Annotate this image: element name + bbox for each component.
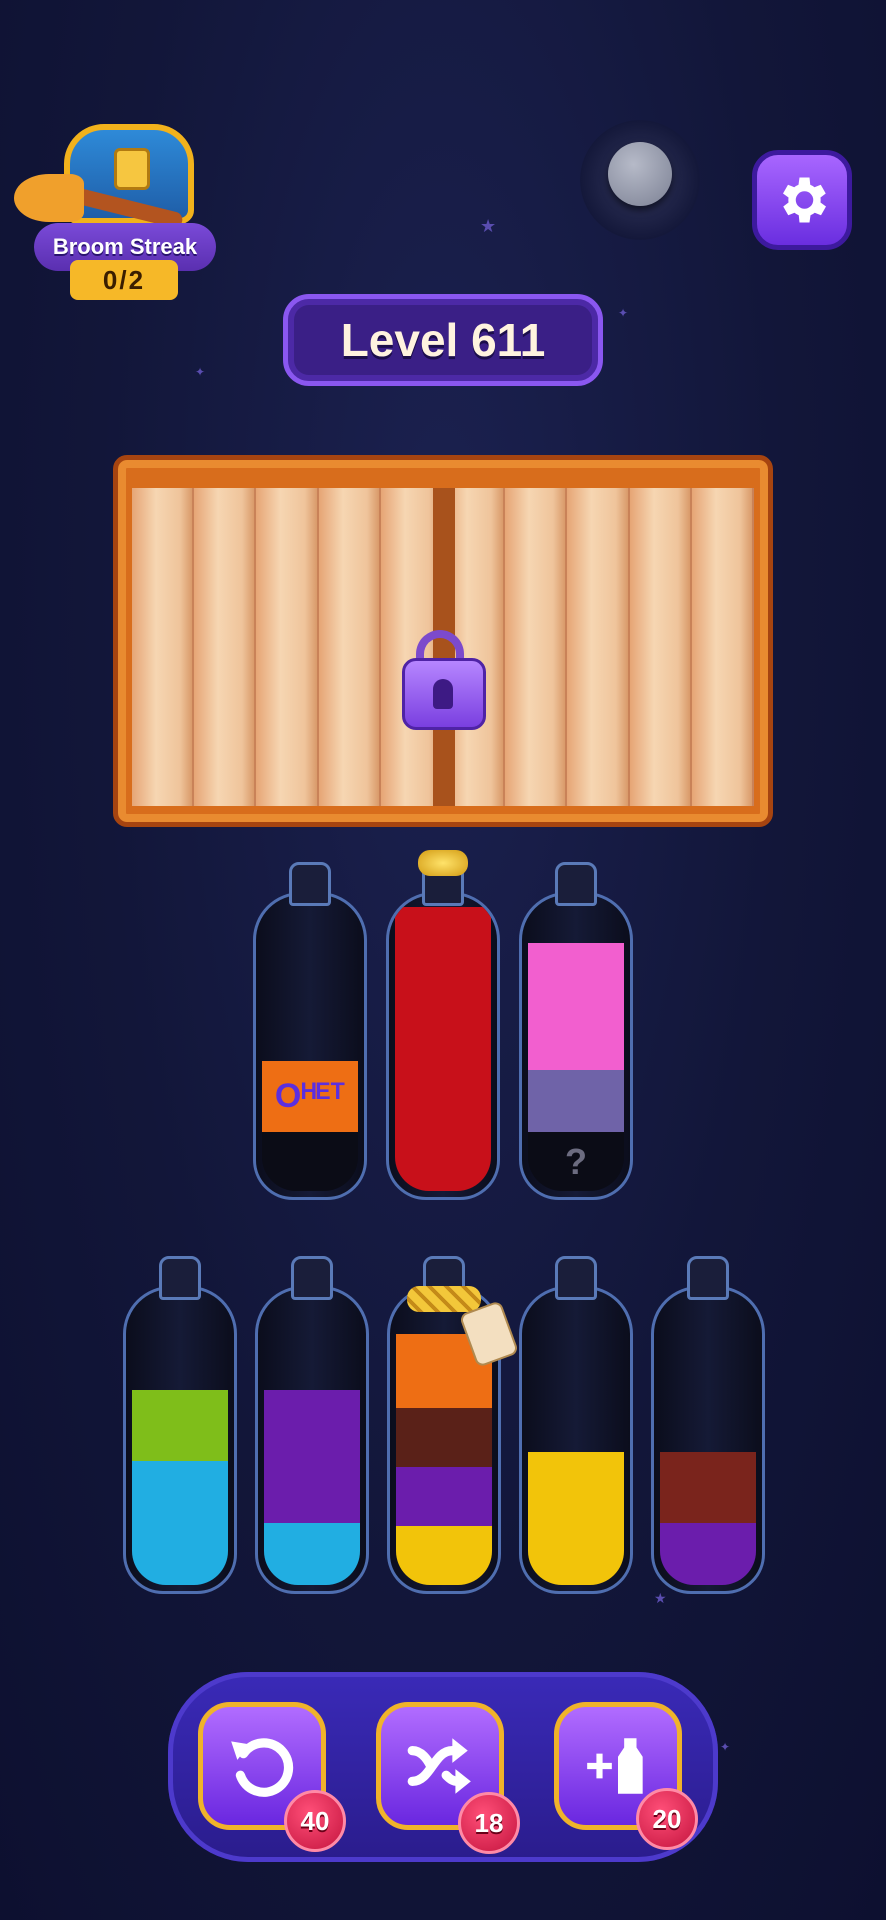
settings-button[interactable]	[752, 150, 852, 250]
sparkle-icon: ✦	[618, 306, 629, 320]
shuffle-count-badge: 18	[458, 1792, 520, 1854]
bottle-glass	[651, 1286, 765, 1594]
sparkle-icon: ★	[480, 216, 497, 236]
liquid-layer	[660, 1452, 756, 1523]
liquid-stack: Oᴴᴱᵀ	[262, 1061, 358, 1191]
broom-streak-count: 0/2	[70, 260, 178, 300]
toggle-knob	[608, 142, 672, 206]
bottle-glass: Oᴴᴱᵀ	[253, 892, 367, 1200]
padlock-icon	[402, 630, 486, 730]
liquid-layer	[264, 1523, 360, 1585]
level-indicator: Level 611	[283, 294, 603, 386]
liquid-stack	[395, 907, 491, 1191]
liquid-layer	[396, 1467, 492, 1526]
liquid-layer	[396, 1408, 492, 1467]
rope-icon	[407, 1286, 481, 1312]
gear-icon	[783, 177, 826, 223]
liquid-stack	[396, 1334, 492, 1585]
key-icon: Oᴴᴱᵀ	[274, 1077, 346, 1115]
bottle[interactable]	[386, 850, 500, 1202]
liquid-layer	[132, 1390, 228, 1461]
chest-lock-icon	[114, 148, 150, 190]
bottle[interactable]	[255, 1256, 369, 1596]
add-bottle-icon	[587, 1738, 643, 1794]
shuffle-icon	[407, 1738, 471, 1794]
liquid-stack	[132, 1390, 228, 1585]
booster-toolbar: 40 18 20	[168, 1672, 718, 1862]
liquid-stack	[264, 1390, 360, 1585]
liquid-stack	[660, 1452, 756, 1585]
sparkle-icon: ✦	[195, 365, 206, 379]
bottle-glass	[123, 1286, 237, 1594]
bottle-neck	[687, 1256, 729, 1300]
broom-head-icon	[14, 174, 84, 222]
bottle[interactable]	[123, 1256, 237, 1596]
bottle-glass	[386, 892, 500, 1200]
bottle-neck	[159, 1256, 201, 1300]
undo-count-badge: 40	[284, 1790, 346, 1852]
add-bottle-count-badge: 20	[636, 1788, 698, 1850]
liquid-layer	[528, 1070, 624, 1132]
toggle-button[interactable]	[580, 120, 700, 240]
liquid-layer	[396, 1526, 492, 1585]
liquid-stack: ?	[528, 943, 624, 1191]
liquid-layer	[262, 1132, 358, 1191]
hidden-layer-mark: ?	[528, 1132, 624, 1191]
broom-streak-widget[interactable]: Broom Streak 0/2	[14, 118, 216, 303]
liquid-layer	[264, 1390, 360, 1523]
liquid-layer	[395, 907, 491, 1191]
bottle[interactable]	[651, 1256, 765, 1596]
bottle[interactable]	[519, 1256, 633, 1596]
bottle[interactable]	[387, 1256, 520, 1596]
liquid-layer: Oᴴᴱᵀ	[262, 1061, 358, 1132]
undo-icon	[231, 1738, 294, 1797]
cork-icon	[418, 850, 468, 876]
sparkle-icon: ✦	[720, 1740, 731, 1754]
liquid-layer	[528, 943, 624, 1070]
bottle-neck	[555, 862, 597, 906]
bottle-glass: ?	[519, 892, 633, 1200]
bottle-neck	[291, 1256, 333, 1300]
bottle-glass	[519, 1286, 633, 1594]
liquid-layer	[132, 1461, 228, 1585]
bottle[interactable]: Oᴴᴱᵀ	[253, 862, 367, 1202]
liquid-stack	[528, 1452, 624, 1585]
bottle-neck	[289, 862, 331, 906]
liquid-layer	[660, 1523, 756, 1585]
level-label: Level 611	[340, 314, 546, 366]
liquid-layer	[528, 1452, 624, 1585]
bottle-glass	[255, 1286, 369, 1594]
bottle[interactable]: ?	[519, 862, 633, 1202]
bottle-neck	[555, 1256, 597, 1300]
